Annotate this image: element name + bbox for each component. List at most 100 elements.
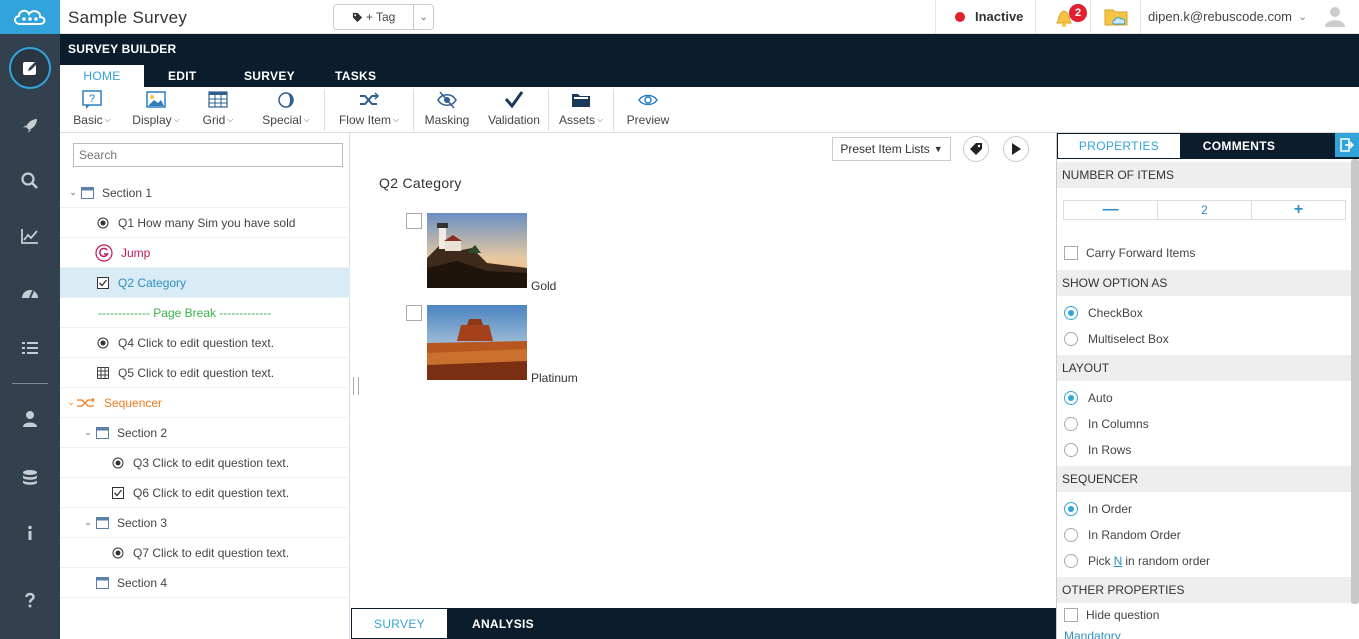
flow-item-button[interactable]: Flow Item ⌵ <box>325 87 413 133</box>
radio-selected[interactable] <box>1064 391 1078 405</box>
radio-label: Multiselect Box <box>1088 332 1169 346</box>
properties-scrollbar[interactable] <box>1351 159 1359 604</box>
option-label-gold[interactable]: Gold <box>531 279 556 293</box>
survey-title[interactable]: Sample Survey <box>68 8 187 28</box>
nav-database[interactable] <box>0 458 60 498</box>
tree-item-q5[interactable]: Q5 Click to edit question text. <box>60 358 350 388</box>
add-tag-button[interactable]: + Tag <box>334 5 413 29</box>
preview-button[interactable]: Preview <box>614 87 682 133</box>
question-title[interactable]: Q2 Category <box>379 175 462 191</box>
basic-button[interactable]: ? Basic ⌵ <box>60 87 124 133</box>
tree-item-section-4[interactable]: Section 4 <box>60 568 350 598</box>
mandatory-link[interactable]: Mandatory <box>1064 629 1121 639</box>
pick-n-link[interactable]: N <box>1114 554 1123 568</box>
nav-search[interactable] <box>0 161 60 201</box>
tab-properties[interactable]: PROPERTIES <box>1057 133 1181 159</box>
special-button[interactable]: Special ⌵ <box>248 87 324 133</box>
nav-users[interactable] <box>0 399 60 439</box>
tab-home[interactable]: HOME <box>60 65 144 87</box>
tree-item-page-break[interactable]: ------------- Page Break ------------- <box>60 298 350 328</box>
radio-label: Pick <box>1088 554 1111 568</box>
survey-status[interactable]: Inactive <box>955 9 1023 24</box>
tab-bottom-survey[interactable]: SURVEY <box>351 608 448 639</box>
radio-unselected[interactable] <box>1064 554 1078 568</box>
chevron-down-icon: ⌄ <box>84 517 92 527</box>
option-checkbox[interactable] <box>406 305 422 321</box>
radio-unselected[interactable] <box>1064 332 1078 346</box>
tree-item-q6[interactable]: Q6 Click to edit question text. <box>60 478 350 508</box>
tree-search-input[interactable] <box>73 143 343 167</box>
increment-button[interactable]: + <box>1252 201 1345 219</box>
tree-item-jump[interactable]: Jump <box>60 238 350 268</box>
grid-button[interactable]: Grid ⌵ <box>188 87 248 133</box>
tag-question-button[interactable] <box>963 136 989 162</box>
play-preview-button[interactable] <box>1003 136 1029 162</box>
display-button[interactable]: Display ⌵ <box>124 87 188 133</box>
panel-resize-handle[interactable] <box>353 377 359 395</box>
tree-item-q2[interactable]: Q2 Category <box>60 268 350 298</box>
hide-question-checkbox[interactable] <box>1064 608 1078 622</box>
tag-dropdown-button[interactable]: ⌄ <box>413 5 433 29</box>
radio-unselected[interactable] <box>1064 417 1078 431</box>
layout-columns[interactable]: In Columns <box>1064 415 1149 433</box>
radio-selected[interactable] <box>1064 502 1078 516</box>
option-image-desert[interactable] <box>427 305 527 380</box>
files-button[interactable] <box>1103 5 1131 29</box>
tree-item-section-1[interactable]: ⌄ Section 1 <box>60 178 350 208</box>
hide-question-option[interactable]: Hide question <box>1064 606 1159 624</box>
preset-item-lists-dropdown[interactable]: Preset Item Lists ▼ <box>832 137 951 161</box>
masking-button[interactable]: Masking <box>414 87 480 133</box>
tab-edit[interactable]: EDIT <box>144 65 224 87</box>
tab-survey[interactable]: SURVEY <box>224 65 320 87</box>
tab-tasks[interactable]: TASKS <box>320 65 376 87</box>
tree-item-label: Q5 Click to edit question text. <box>118 365 275 380</box>
nav-survey-builder[interactable] <box>0 47 60 89</box>
user-menu[interactable]: dipen.k@rebuscode.com ⌄ <box>1148 9 1307 24</box>
decrement-button[interactable]: — <box>1064 201 1158 219</box>
grid-label: Grid <box>202 113 226 127</box>
nav-help[interactable] <box>0 580 60 620</box>
option-label-platinum[interactable]: Platinum <box>531 371 578 385</box>
tree-item-section-3[interactable]: ⌄ Section 3 <box>60 508 350 538</box>
validation-button[interactable]: Validation <box>480 87 548 133</box>
tab-comments[interactable]: COMMENTS <box>1181 133 1297 159</box>
sequencer-pick-n[interactable]: Pick N in random order <box>1064 552 1210 570</box>
tree-item-sequencer[interactable]: ⌄ Sequencer <box>60 388 350 418</box>
layout-auto[interactable]: Auto <box>1064 389 1113 407</box>
sequencer-random-order[interactable]: In Random Order <box>1064 526 1181 544</box>
tab-bottom-analysis[interactable]: ANALYSIS <box>448 608 558 639</box>
basic-label: Basic <box>73 113 103 127</box>
tree-item-q1[interactable]: Q1 How many Sim you have sold <box>60 208 350 238</box>
app-logo[interactable] <box>0 0 60 34</box>
nav-list[interactable] <box>0 328 60 368</box>
nav-dashboard[interactable] <box>0 273 60 313</box>
nav-analytics[interactable] <box>0 216 60 256</box>
radio-unselected[interactable] <box>1064 443 1078 457</box>
show-option-multiselect[interactable]: Multiselect Box <box>1064 330 1169 348</box>
nav-info[interactable] <box>0 513 60 553</box>
search-icon <box>21 172 38 189</box>
number-of-items-stepper: — 2 + <box>1063 200 1346 220</box>
carry-forward-option[interactable]: Carry Forward Items <box>1064 244 1195 262</box>
number-of-items-value[interactable]: 2 <box>1158 201 1252 219</box>
collapse-panel-button[interactable] <box>1335 133 1359 157</box>
carry-forward-checkbox[interactable] <box>1064 246 1078 260</box>
tree-item-section-2[interactable]: ⌄ Section 2 <box>60 418 350 448</box>
nav-launch[interactable] <box>0 106 60 146</box>
radio-label: In Order <box>1088 502 1133 516</box>
tree-item-q4[interactable]: Q4 Click to edit question text. <box>60 328 350 358</box>
option-image-lighthouse[interactable] <box>427 213 527 288</box>
show-option-checkbox[interactable]: CheckBox <box>1064 304 1143 322</box>
avatar[interactable] <box>1323 4 1347 28</box>
chevron-down-icon: ⌄ <box>419 11 428 23</box>
tree-item-q3[interactable]: Q3 Click to edit question text. <box>60 448 350 478</box>
tree-item-q7[interactable]: Q7 Click to edit question text. <box>60 538 350 568</box>
radio-unselected[interactable] <box>1064 528 1078 542</box>
radio-selected[interactable] <box>1064 306 1078 320</box>
tree-item-label: Q6 Click to edit question text. <box>133 485 290 500</box>
assets-button[interactable]: Assets ⌵ <box>549 87 613 133</box>
option-checkbox[interactable] <box>406 213 422 229</box>
sequencer-in-order[interactable]: In Order <box>1064 500 1132 518</box>
layout-rows[interactable]: In Rows <box>1064 441 1131 459</box>
notifications-button[interactable]: 2 <box>1052 4 1088 31</box>
